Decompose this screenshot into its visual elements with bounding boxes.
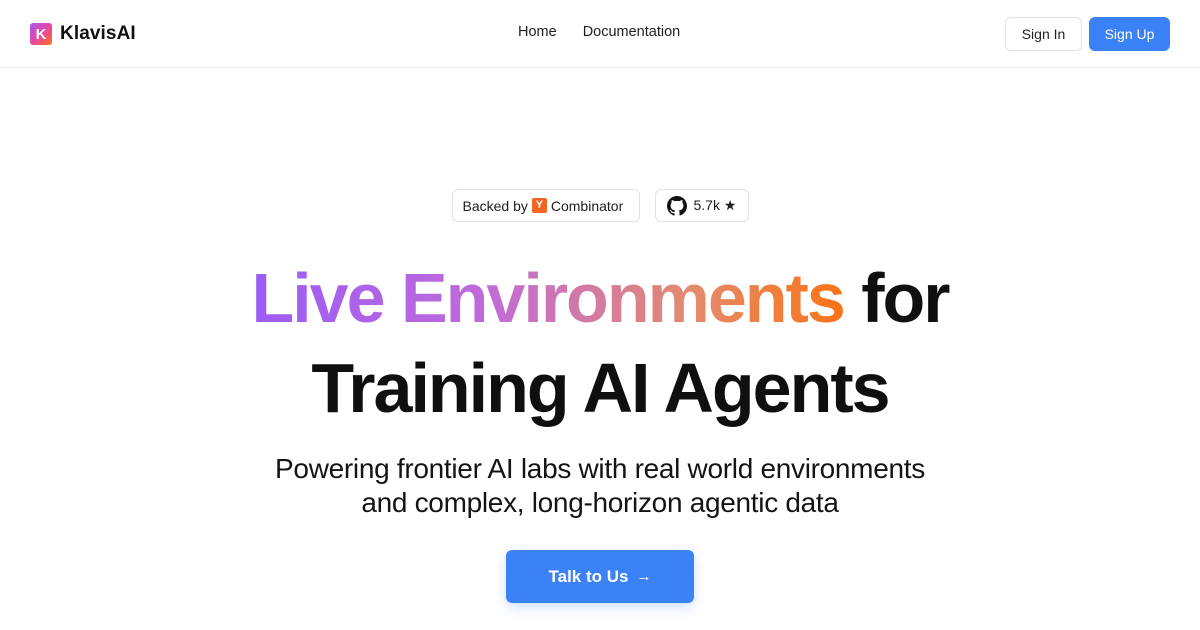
sign-in-button[interactable]: Sign In bbox=[1005, 17, 1082, 51]
hero-headline-line1: Live Environments for bbox=[0, 258, 1200, 338]
hero-subtitle: Powering frontier AI labs with real worl… bbox=[0, 452, 1200, 520]
combinator-label: Combinator bbox=[550, 197, 624, 214]
headline-for-text: for bbox=[843, 259, 950, 337]
klavis-logo-icon: K bbox=[30, 23, 52, 45]
nav-link-home[interactable]: Home bbox=[518, 24, 557, 40]
headline-gradient-text: Live Environments bbox=[251, 259, 845, 337]
github-star-count: 5.7k ★ bbox=[693, 197, 737, 213]
backed-by-label: Backed by bbox=[462, 197, 528, 214]
yc-backed-badge[interactable]: Backed by Y Combinator bbox=[451, 189, 640, 222]
main-nav: Home Documentation bbox=[518, 24, 680, 40]
top-nav-bar: K KlavisAI Home Documentation Sign In Si… bbox=[0, 0, 1200, 68]
brand-logo-link[interactable]: K KlavisAI bbox=[30, 22, 136, 46]
cta-label: Talk to Us bbox=[548, 566, 629, 586]
hero-badges: Backed by Y Combinator 5.7k ★ bbox=[0, 189, 1200, 222]
nav-link-documentation[interactable]: Documentation bbox=[583, 24, 681, 40]
github-icon bbox=[666, 195, 687, 216]
sign-up-button[interactable]: Sign Up bbox=[1089, 17, 1170, 51]
y-combinator-icon: Y bbox=[531, 198, 547, 213]
brand-name: KlavisAI bbox=[60, 23, 136, 44]
hero-headline-line2: Training AI Agents bbox=[311, 349, 890, 427]
subtitle-line2: and complex, long-horizon agentic data bbox=[361, 487, 839, 518]
talk-to-us-button[interactable]: Talk to Us → bbox=[506, 550, 694, 603]
arrow-right-icon: → bbox=[636, 568, 652, 585]
logo-letter: K bbox=[35, 25, 47, 43]
github-stars-badge[interactable]: 5.7k ★ bbox=[654, 189, 749, 222]
subtitle-line1: Powering frontier AI labs with real worl… bbox=[275, 453, 925, 484]
